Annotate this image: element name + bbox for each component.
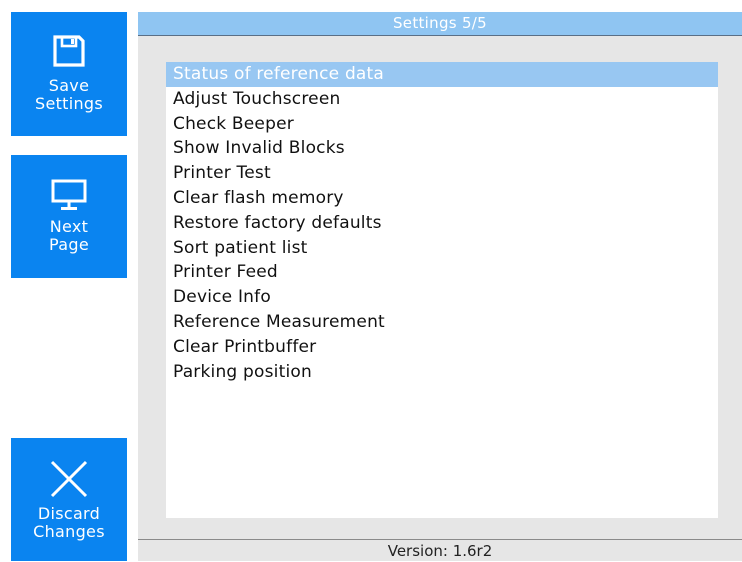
list-item-printer-test[interactable]: Printer Test [166,161,718,186]
list-item-show-invalid-blocks[interactable]: Show Invalid Blocks [166,136,718,161]
discard-changes-label-1: Discard [37,504,101,523]
list-item-adjust-touchscreen[interactable]: Adjust Touchscreen [166,87,718,112]
list-item-reference-measurement[interactable]: Reference Measurement [166,310,718,335]
list-item-parking-position[interactable]: Parking position [166,360,718,385]
close-x-icon [50,460,88,498]
list-item-device-info[interactable]: Device Info [166,285,718,310]
next-page-label-2: Page [49,235,89,254]
discard-changes-label-2: Changes [33,522,105,541]
settings-list[interactable]: Status of reference data Adjust Touchscr… [166,62,718,518]
next-page-label-1: Next [49,217,89,236]
monitor-icon [51,179,87,210]
list-item-printer-feed[interactable]: Printer Feed [166,260,718,285]
save-settings-label-2: Settings [34,94,104,113]
discard-changes-button[interactable]: Discard Changes [11,438,127,561]
settings-panel: Settings 5/5 Status of reference data Ad… [138,12,742,561]
save-settings-button[interactable]: Save Settings [11,12,127,136]
save-settings-label-1: Save [48,76,90,95]
list-item-restore-factory-defaults[interactable]: Restore factory defaults [166,211,718,236]
next-page-button[interactable]: Next Page [11,155,127,278]
list-item-status-of-reference-data[interactable]: Status of reference data [166,62,718,87]
list-item-sort-patient-list[interactable]: Sort patient list [166,236,718,261]
list-item-clear-flash-memory[interactable]: Clear flash memory [166,186,718,211]
floppy-disk-icon [53,35,85,67]
page-title: Settings 5/5 [138,12,742,36]
list-item-clear-printbuffer[interactable]: Clear Printbuffer [166,335,718,360]
list-item-check-beeper[interactable]: Check Beeper [166,112,718,137]
version-status: Version: 1.6r2 [138,539,742,562]
